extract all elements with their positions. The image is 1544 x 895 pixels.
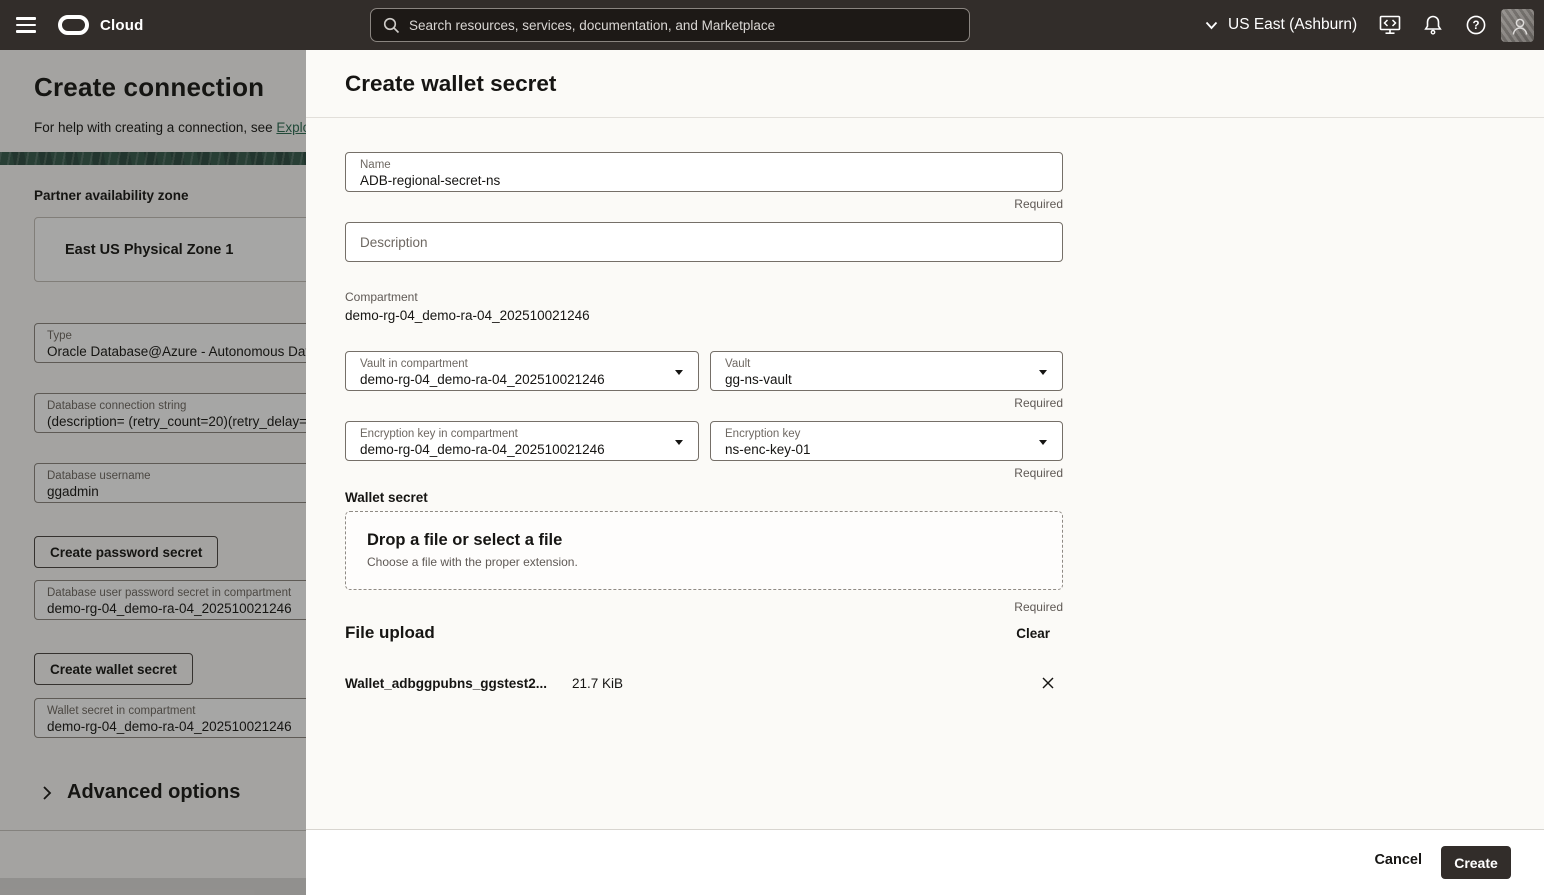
file-name: Wallet_adbggpubns_ggstest2... bbox=[345, 676, 548, 691]
brand-home-link[interactable]: Cloud bbox=[58, 0, 144, 50]
encryption-key-compartment-select[interactable]: Encryption key in compartment demo-rg-04… bbox=[345, 421, 699, 480]
top-header: Cloud US East (Ashburn) bbox=[0, 0, 1544, 50]
dropzone-subtitle: Choose a file with the proper extension. bbox=[367, 555, 578, 569]
cloud-shell-button[interactable] bbox=[1378, 13, 1402, 37]
compartment-value: demo-rg-04_demo-ra-04_202510021246 bbox=[345, 308, 590, 323]
profile-avatar[interactable] bbox=[1501, 9, 1534, 42]
create-button[interactable]: Create bbox=[1441, 846, 1511, 879]
drawer-footer: Cancel Create bbox=[306, 829, 1544, 895]
file-upload-heading: File upload bbox=[345, 623, 435, 642]
name-field-label: Name bbox=[360, 159, 391, 171]
file-size: 21.7 KiB bbox=[572, 676, 624, 691]
chevron-down-icon bbox=[675, 440, 683, 445]
chevron-down-icon bbox=[675, 370, 683, 375]
notifications-button[interactable] bbox=[1421, 13, 1445, 37]
global-search[interactable] bbox=[370, 8, 970, 42]
compartment-group: Compartment demo-rg-04_demo-ra-04_202510… bbox=[345, 290, 1063, 323]
user-icon bbox=[1512, 18, 1527, 35]
chevron-down-icon bbox=[1039, 440, 1047, 445]
remove-file-button[interactable] bbox=[1038, 674, 1058, 694]
name-field[interactable]: Name bbox=[345, 152, 1063, 192]
encryption-key-row: Encryption key in compartment demo-rg-04… bbox=[345, 421, 1063, 480]
vault-select[interactable]: Vault gg-ns-vault Required bbox=[710, 351, 1063, 410]
drawer-body: Name Required Compartment demo-rg-04_dem… bbox=[306, 119, 1544, 829]
cancel-button[interactable]: Cancel bbox=[1374, 852, 1422, 868]
description-field[interactable] bbox=[345, 222, 1063, 262]
clear-files-button[interactable]: Clear bbox=[1016, 626, 1063, 641]
brand-label: Cloud bbox=[100, 16, 144, 34]
description-group bbox=[345, 222, 1063, 262]
drawer-header: Create wallet secret bbox=[306, 50, 1544, 118]
chevron-down-icon bbox=[1205, 21, 1218, 29]
name-input[interactable] bbox=[360, 172, 1048, 189]
file-upload-header: File upload Clear bbox=[345, 623, 1063, 643]
required-hint: Required bbox=[1014, 600, 1063, 614]
bell-icon bbox=[1424, 15, 1442, 35]
hamburger-menu-button[interactable] bbox=[16, 13, 40, 37]
uploaded-file-row: Wallet_adbggpubns_ggstest2... 21.7 KiB bbox=[345, 674, 1063, 696]
vault-compartment-select[interactable]: Vault in compartment demo-rg-04_demo-ra-… bbox=[345, 351, 699, 410]
search-input[interactable] bbox=[409, 17, 957, 33]
dropzone-title: Drop a file or select a file bbox=[367, 531, 563, 549]
required-hint: Required bbox=[1014, 396, 1063, 410]
compartment-label: Compartment bbox=[345, 290, 418, 304]
description-input[interactable] bbox=[360, 234, 1048, 250]
required-hint: Required bbox=[1014, 197, 1063, 211]
required-hint: Required bbox=[1014, 466, 1063, 480]
help-button[interactable]: ? bbox=[1464, 13, 1488, 37]
name-group: Name Required bbox=[345, 152, 1063, 211]
wallet-file-dropzone[interactable]: Drop a file or select a file Choose a fi… bbox=[345, 511, 1063, 590]
svg-text:?: ? bbox=[1472, 20, 1479, 32]
wallet-secret-label: Wallet secret bbox=[345, 490, 428, 505]
drawer-title: Create wallet secret bbox=[345, 71, 557, 96]
hamburger-icon bbox=[16, 17, 36, 20]
search-icon bbox=[383, 17, 400, 33]
terminal-icon bbox=[1379, 15, 1401, 35]
close-icon bbox=[1042, 677, 1054, 688]
help-icon: ? bbox=[1466, 15, 1486, 35]
region-label: US East (Ashburn) bbox=[1228, 16, 1358, 33]
oracle-logo-icon bbox=[58, 15, 89, 35]
region-selector[interactable]: US East (Ashburn) bbox=[1205, 0, 1357, 50]
vault-row: Vault in compartment demo-rg-04_demo-ra-… bbox=[345, 351, 1063, 410]
encryption-key-select[interactable]: Encryption key ns-enc-key-01 Required bbox=[710, 421, 1063, 480]
chevron-down-icon bbox=[1039, 370, 1047, 375]
create-wallet-secret-drawer: Create wallet secret Name Required Compa… bbox=[306, 50, 1544, 895]
screen: Cloud US East (Ashburn) bbox=[0, 0, 1544, 895]
